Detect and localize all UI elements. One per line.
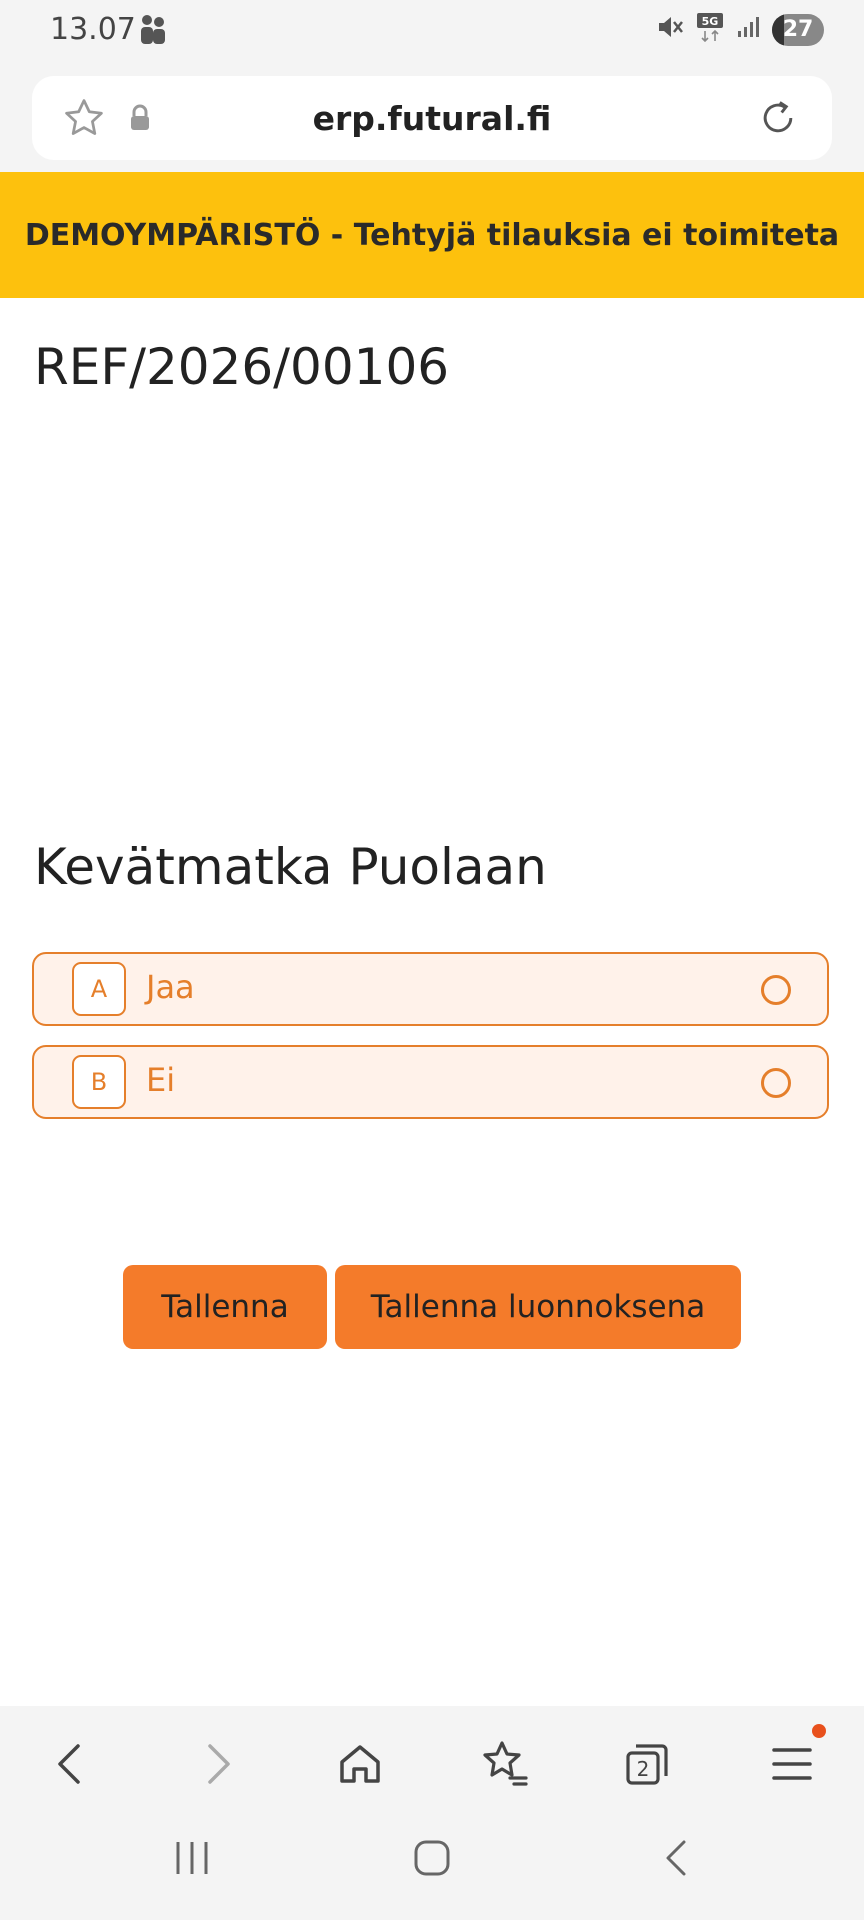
bottom-navigation: 2: [0, 1706, 864, 1920]
status-indicators: 5G 27: [656, 12, 824, 47]
notification-dot: [812, 1724, 826, 1738]
mute-icon: [656, 13, 684, 46]
option-label: Ei: [146, 1061, 176, 1099]
battery-level: 27: [782, 17, 814, 42]
browser-toolbar: erp.futural.fi: [0, 66, 864, 172]
bookmarks-icon[interactable]: [474, 1734, 534, 1794]
tabs-icon[interactable]: 2: [616, 1734, 676, 1794]
save-button[interactable]: Tallenna: [123, 1265, 327, 1349]
recents-icon[interactable]: [170, 1836, 214, 1885]
save-draft-button[interactable]: Tallenna luonnoksena: [335, 1265, 741, 1349]
reference-title: REF/2026/00106: [34, 338, 450, 396]
option-letter: B: [72, 1055, 126, 1109]
address-bar[interactable]: erp.futural.fi: [32, 76, 832, 160]
people-icon: [138, 14, 168, 51]
radio-icon[interactable]: [761, 975, 791, 1005]
signal-icon: [736, 15, 760, 44]
option-letter: A: [72, 962, 126, 1016]
status-bar: 13.07 5G 27: [0, 0, 864, 66]
option-label: Jaa: [146, 968, 195, 1006]
option-a[interactable]: A Jaa: [32, 952, 829, 1026]
tabs-count: 2: [637, 1757, 650, 1781]
5g-icon: 5G: [696, 12, 724, 47]
home-button-icon[interactable]: [410, 1836, 454, 1885]
option-b[interactable]: B Ei: [32, 1045, 829, 1119]
svg-text:5G: 5G: [702, 15, 719, 28]
status-time: 13.07: [50, 12, 136, 47]
question-title: Kevätmatka Puolaan: [34, 838, 547, 896]
battery-icon: 27: [772, 13, 824, 46]
reload-icon[interactable]: [756, 96, 800, 145]
back-icon[interactable]: [40, 1734, 100, 1794]
forward-icon[interactable]: [188, 1734, 248, 1794]
menu-icon[interactable]: [762, 1734, 822, 1794]
demo-banner: DEMOYMPÄRISTÖ - Tehtyjä tilauksia ei toi…: [0, 172, 864, 298]
radio-icon[interactable]: [761, 1068, 791, 1098]
url-text[interactable]: erp.futural.fi: [32, 76, 832, 160]
system-back-icon[interactable]: [654, 1836, 698, 1885]
home-icon[interactable]: [330, 1734, 390, 1794]
